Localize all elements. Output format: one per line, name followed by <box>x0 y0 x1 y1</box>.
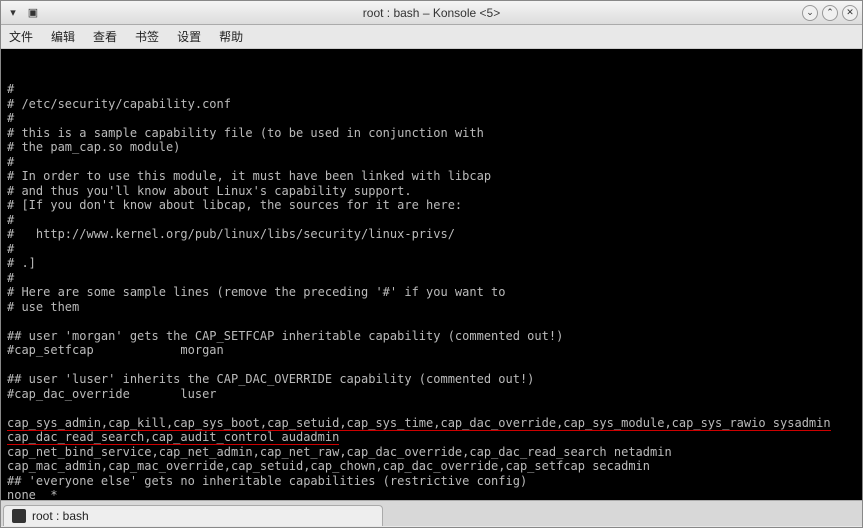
maximize-button[interactable]: ⌃ <box>822 5 838 21</box>
minimize-button[interactable]: ⌄ <box>802 5 818 21</box>
tabbar: root : bash <box>1 500 862 526</box>
terminal-line: ## user 'luser' inherits the CAP_DAC_OVE… <box>7 372 856 387</box>
terminal-line: none * <box>7 488 856 500</box>
menu-view[interactable]: 查看 <box>93 28 117 45</box>
menubar: 文件 编辑 查看 书签 设置 帮助 <box>1 25 862 49</box>
terminal-line: cap_net_bind_service,cap_net_admin,cap_n… <box>7 445 856 460</box>
terminal-line: #cap_dac_override luser <box>7 387 856 402</box>
terminal-line <box>7 401 856 416</box>
terminal-line: # this is a sample capability file (to b… <box>7 126 856 141</box>
titlebar[interactable]: ▾ ▣ root : bash – Konsole <5> ⌄ ⌃ ✕ <box>1 1 862 25</box>
terminal-line: # In order to use this module, it must h… <box>7 169 856 184</box>
menu-help[interactable]: 帮助 <box>219 28 243 45</box>
terminal-line: # <box>7 271 856 286</box>
terminal-line: # <box>7 213 856 228</box>
konsole-window: ▾ ▣ root : bash – Konsole <5> ⌄ ⌃ ✕ 文件 编… <box>0 0 863 528</box>
tab-label: root : bash <box>32 509 89 523</box>
tab-root-bash[interactable]: root : bash <box>3 505 383 526</box>
terminal-viewport[interactable]: ## /etc/security/capability.conf## this … <box>1 49 862 500</box>
app-icon: ▣ <box>25 5 41 21</box>
menu-edit[interactable]: 编辑 <box>51 28 75 45</box>
terminal-line: cap_mac_admin,cap_mac_override,cap_setui… <box>7 459 856 474</box>
terminal-line: ## user 'morgan' gets the CAP_SETFCAP in… <box>7 329 856 344</box>
window-title: root : bash – Konsole <5> <box>363 6 500 20</box>
terminal-line: cap_dac_read_search,cap_audit_control au… <box>7 430 856 445</box>
terminal-line: cap_sys_admin,cap_kill,cap_sys_boot,cap_… <box>7 416 856 431</box>
terminal-line: # http://www.kernel.org/pub/linux/libs/s… <box>7 227 856 242</box>
terminal-line: # <box>7 111 856 126</box>
terminal-content: ## /etc/security/capability.conf## this … <box>7 82 856 500</box>
terminal-line: # the pam_cap.so module) <box>7 140 856 155</box>
menu-settings[interactable]: 设置 <box>177 28 201 45</box>
terminal-line: # <box>7 242 856 257</box>
terminal-line: # /etc/security/capability.conf <box>7 97 856 112</box>
terminal-line: # .] <box>7 256 856 271</box>
terminal-line: # Here are some sample lines (remove the… <box>7 285 856 300</box>
terminal-line: # [If you don't know about libcap, the s… <box>7 198 856 213</box>
terminal-line: # use them <box>7 300 856 315</box>
terminal-icon <box>12 509 26 523</box>
app-menu-icon[interactable]: ▾ <box>5 5 21 21</box>
terminal-line: #cap_setfcap morgan <box>7 343 856 358</box>
terminal-line: # <box>7 155 856 170</box>
menu-file[interactable]: 文件 <box>9 28 33 45</box>
menu-bookmarks[interactable]: 书签 <box>135 28 159 45</box>
terminal-line <box>7 358 856 373</box>
terminal-line: ## 'everyone else' gets no inheritable c… <box>7 474 856 489</box>
terminal-line: # <box>7 82 856 97</box>
terminal-line <box>7 314 856 329</box>
close-button[interactable]: ✕ <box>842 5 858 21</box>
terminal-line: # and thus you'll know about Linux's cap… <box>7 184 856 199</box>
